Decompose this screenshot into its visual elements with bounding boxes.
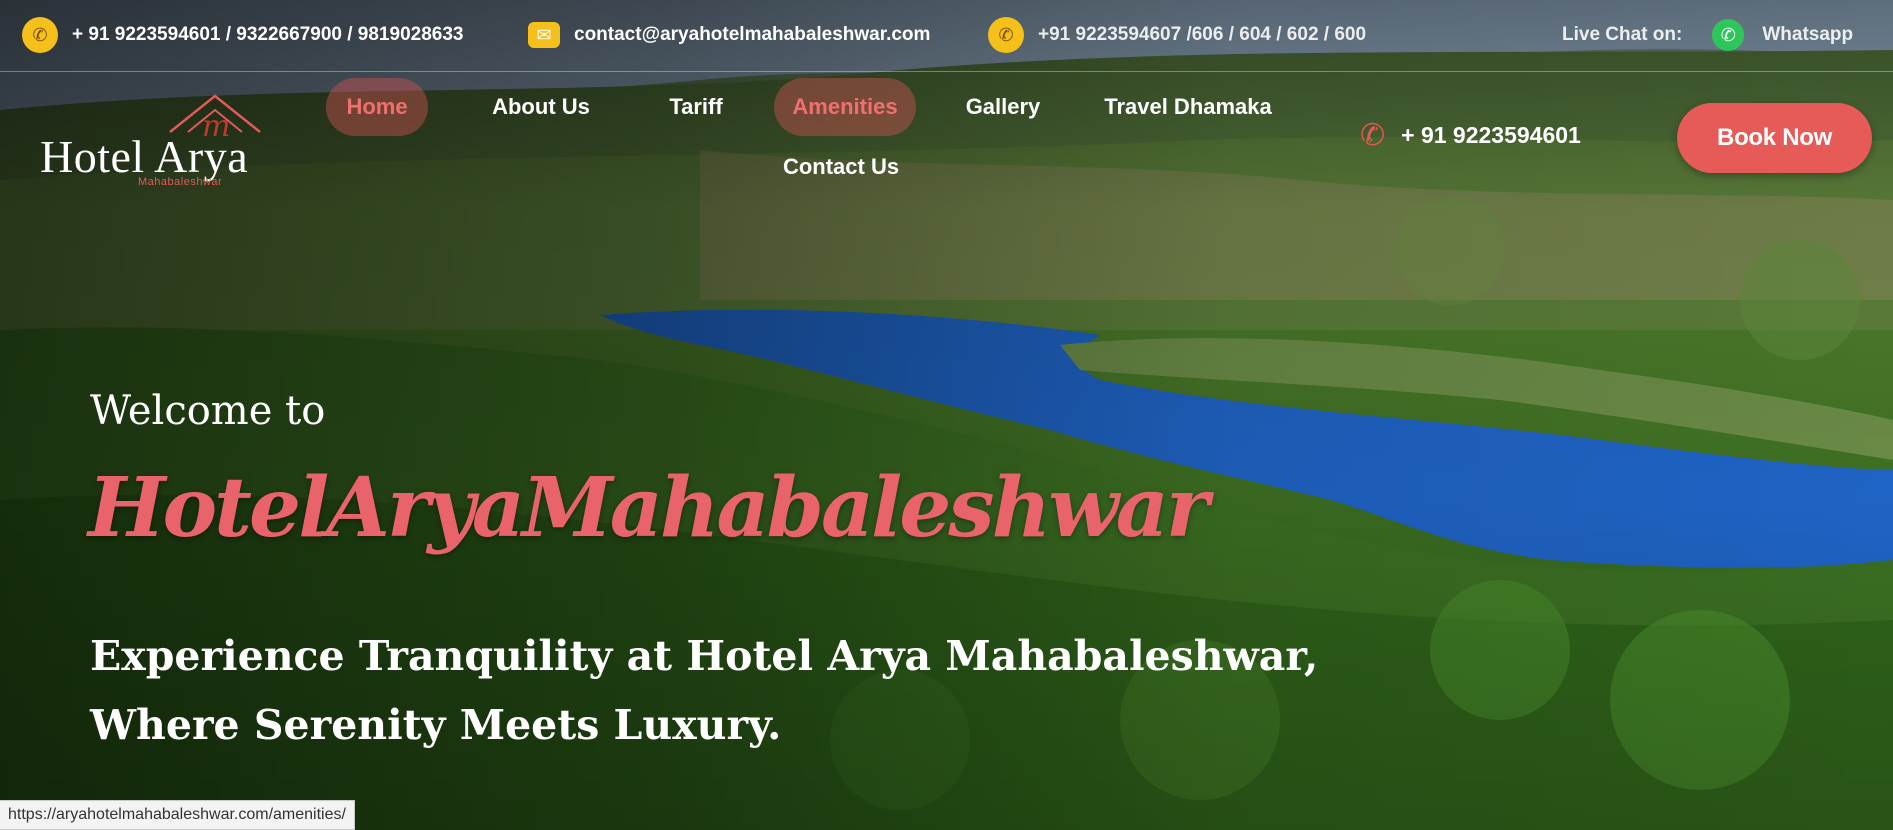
nav-home[interactable]: Home [326,78,428,136]
whatsapp-numbers[interactable]: +91 9223594607 /606 / 604 / 602 / 600 [1038,24,1366,46]
nav-gallery[interactable]: Gallery [944,78,1062,136]
whatsapp-link[interactable]: Whatsapp [1762,24,1853,46]
logo-subtitle: Mahabaleshwar [138,176,223,188]
hotel-logo[interactable]: m Hotel Arya Mahabaleshwar [40,92,280,192]
phone-numbers[interactable]: + 91 9223594601 / 9322667900 / 981902863… [72,24,463,46]
mail-icon: ✉ [528,22,560,48]
nav-contact-us[interactable]: Contact Us [756,138,926,196]
whatsapp-contact[interactable]: ✆ +91 9223594607 /606 / 604 / 602 / 600 [988,16,1366,54]
live-chat-label: Live Chat on: [1562,24,1683,45]
tagline-line-1: Experience Tranquility at Hotel Arya Mah… [90,632,1319,680]
hotel-name-script: HotelAryaMahabaleshwar [88,460,1209,556]
call-icon: ✆ [1360,119,1386,152]
nav-travel-dhamaka[interactable]: Travel Dhamaka [1088,78,1288,136]
status-bar-url: https://aryahotelmahabaleshwar.com/ameni… [0,800,355,830]
welcome-heading: Welcome to [90,388,326,434]
nav-about-us[interactable]: About Us [466,78,616,136]
tagline-line-2: Where Serenity Meets Luxury. [90,701,782,749]
whatsapp-icon: ✆ [988,17,1024,53]
nav-tariff[interactable]: Tariff [646,78,746,136]
email-address[interactable]: contact@aryahotelmahabaleshwar.com [574,24,930,46]
top-contact-bar: ✆ + 91 9223594601 / 9322667900 / 9819028… [0,0,1893,72]
phone-icon: ✆ [22,17,58,53]
live-chat[interactable]: Live Chat on: ✆ Whatsapp [1562,16,1853,54]
hero-tagline: Experience Tranquility at Hotel Arya Mah… [90,622,1490,760]
header-phone-number[interactable]: + 91 9223594601 [1401,122,1581,149]
main-navigation: Home About Us Tariff Amenities Gallery T… [326,78,1326,208]
book-now-button[interactable]: Book Now [1677,103,1872,173]
email-contact[interactable]: ✉ contact@aryahotelmahabaleshwar.com [528,16,930,54]
phone-contact[interactable]: ✆ + 91 9223594601 / 9322667900 / 9819028… [22,16,463,54]
header-phone[interactable]: ✆ + 91 9223594601 [1360,118,1581,153]
whatsapp-chat-icon[interactable]: ✆ [1712,19,1745,51]
nav-amenities[interactable]: Amenities [774,78,916,136]
